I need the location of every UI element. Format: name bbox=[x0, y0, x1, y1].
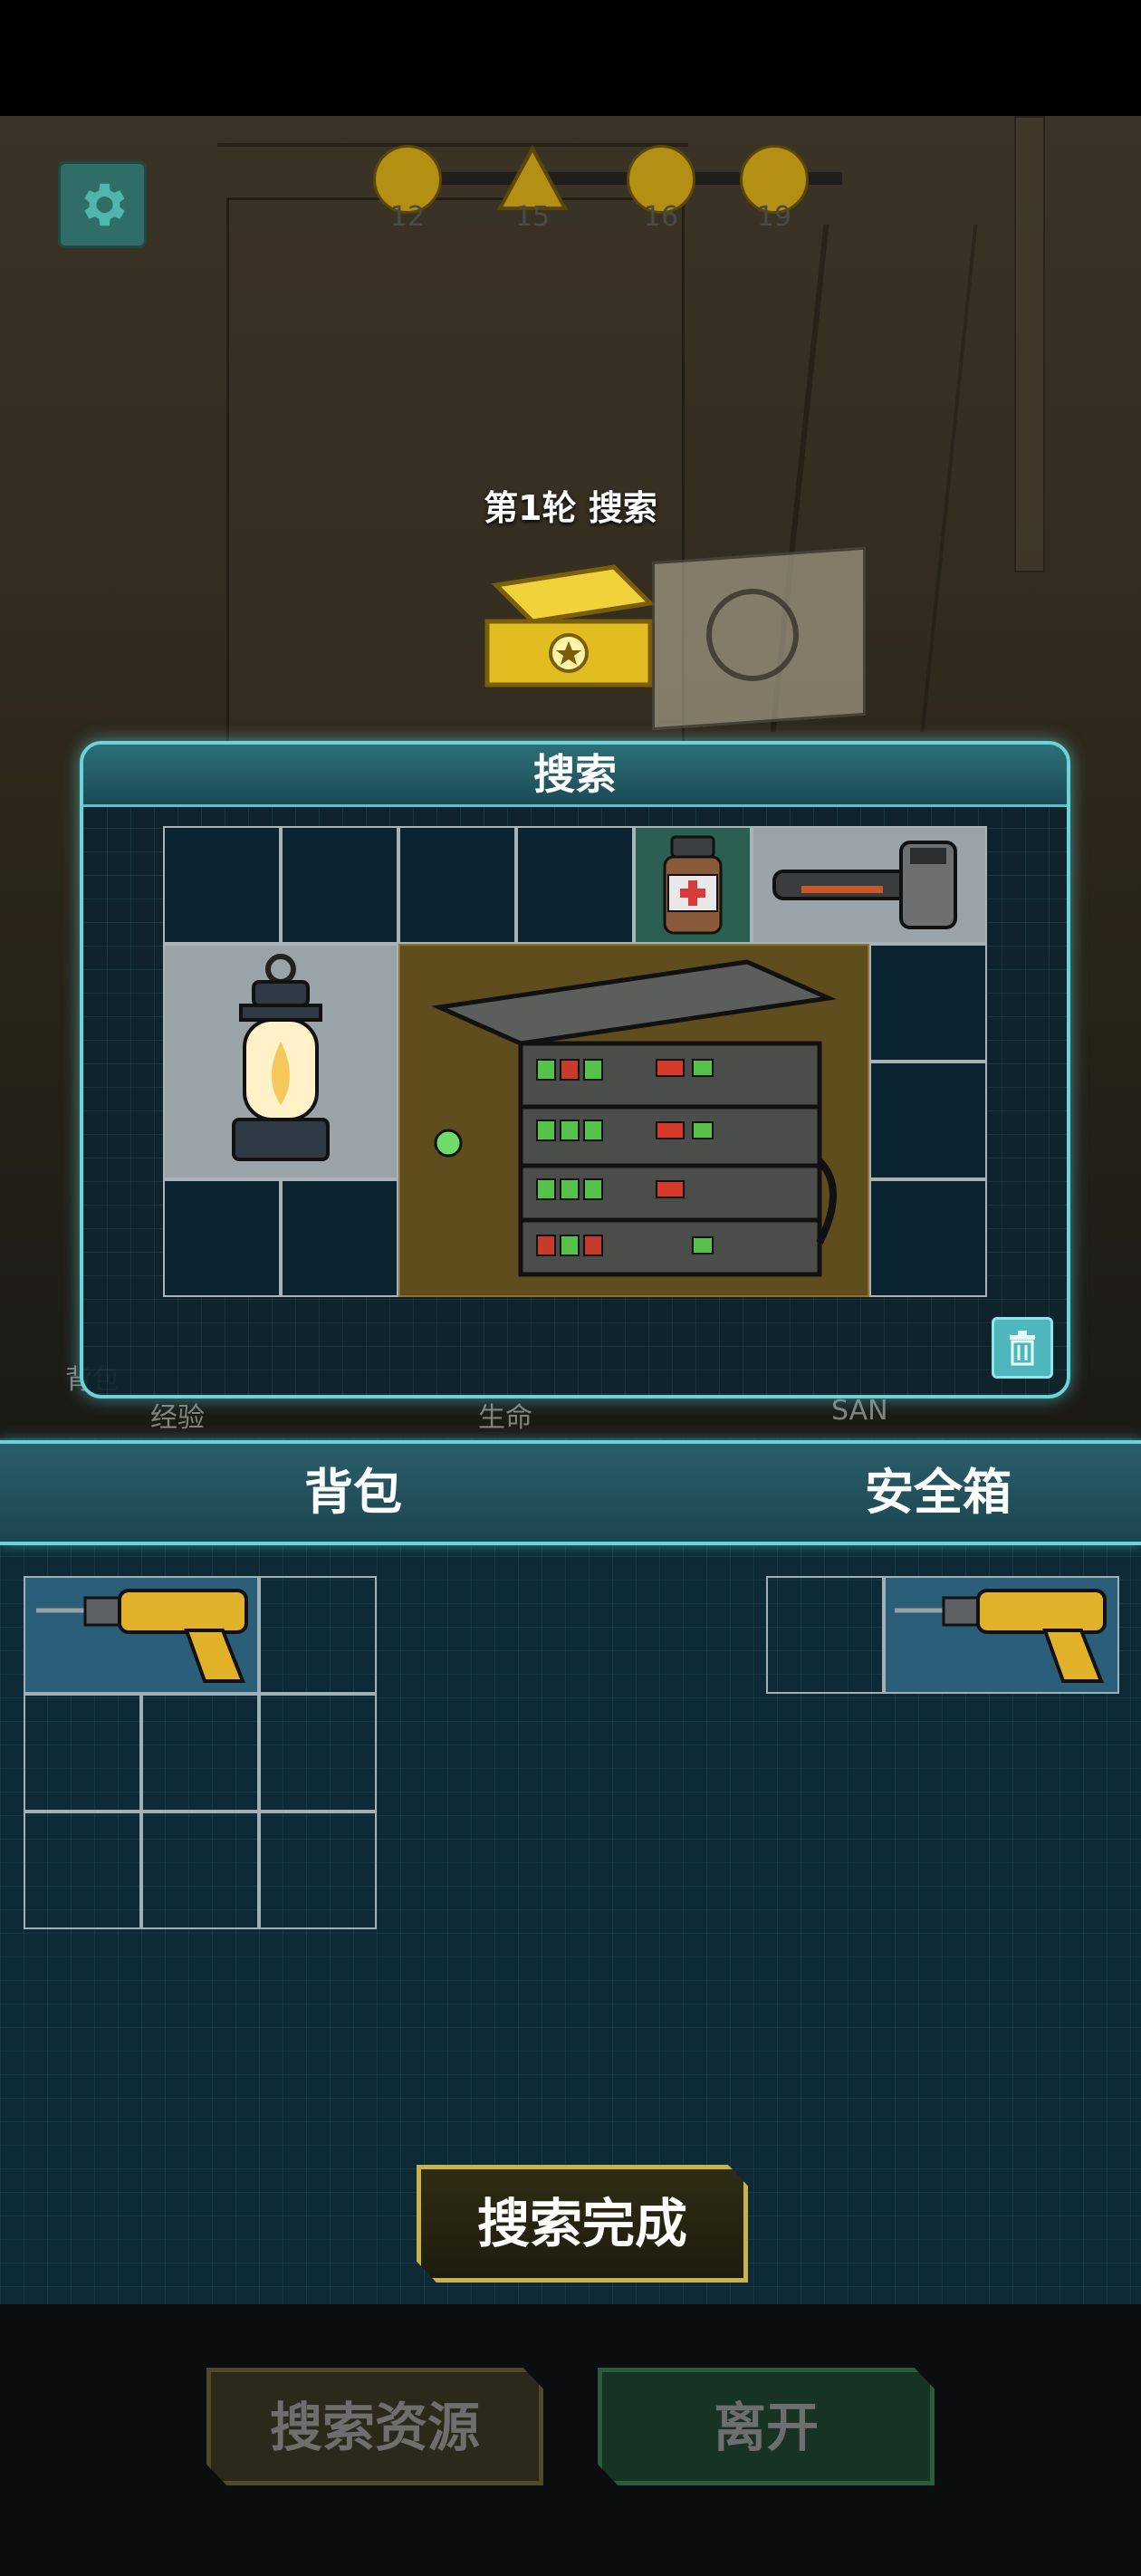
backpack-label: 背包 bbox=[304, 1464, 402, 1521]
search-panel-title: 搜索 bbox=[83, 745, 1067, 807]
backpack-slot[interactable] bbox=[259, 1694, 377, 1812]
leave-button[interactable]: 离开 bbox=[598, 2368, 935, 2485]
search-grid bbox=[163, 826, 987, 1297]
backpack-slot[interactable] bbox=[259, 1812, 377, 1929]
grid-cell[interactable] bbox=[163, 1179, 281, 1297]
stat-san-label: SAN bbox=[831, 1395, 888, 1427]
search-complete-button[interactable]: 搜索完成 bbox=[417, 2165, 748, 2283]
grid-cell[interactable] bbox=[281, 826, 398, 944]
player-stats: 背包 经验 生命 SAN bbox=[0, 1364, 1141, 1434]
backpack-slot[interactable] bbox=[259, 1576, 377, 1694]
timeline-node: 16 bbox=[625, 145, 697, 233]
power-drill-icon[interactable] bbox=[33, 1583, 255, 1688]
grid-cell[interactable] bbox=[869, 944, 987, 1062]
backpack-slot[interactable] bbox=[24, 1812, 141, 1929]
search-panel: 搜索 bbox=[80, 741, 1070, 1399]
status-bar bbox=[0, 0, 1141, 116]
timeline-node-value: 19 bbox=[756, 201, 792, 233]
search-resources-button[interactable]: 搜索资源 bbox=[206, 2368, 543, 2485]
round-title: 第1轮 搜索 bbox=[484, 488, 657, 528]
grid-cell[interactable] bbox=[281, 1179, 398, 1297]
timeline-node: 15 bbox=[496, 144, 569, 233]
event-timeline: 12 15 16 19 bbox=[362, 136, 869, 235]
grid-cell[interactable] bbox=[163, 826, 281, 944]
timeline-node: 19 bbox=[738, 145, 810, 233]
gear-icon bbox=[84, 183, 125, 226]
safebox-slot[interactable] bbox=[766, 1576, 884, 1694]
timeline-node-value: 12 bbox=[389, 201, 426, 233]
grid-cell[interactable] bbox=[869, 1062, 987, 1179]
lantern-icon[interactable] bbox=[217, 951, 344, 1174]
bottom-action-bar bbox=[0, 2304, 1141, 2576]
timeline-node-value: 16 bbox=[643, 201, 679, 233]
timeline-node-value: 15 bbox=[514, 201, 551, 233]
backpack-slot[interactable] bbox=[24, 1694, 141, 1812]
inventory-header: 背包 安全箱 bbox=[0, 1440, 1141, 1545]
grid-cell[interactable] bbox=[516, 826, 634, 944]
power-drill-icon[interactable] bbox=[891, 1583, 1114, 1688]
server-stack-icon[interactable] bbox=[421, 953, 847, 1288]
settings-button[interactable] bbox=[58, 161, 147, 248]
trash-button[interactable] bbox=[992, 1317, 1053, 1379]
backpack-slot[interactable] bbox=[141, 1694, 259, 1812]
grid-cell[interactable] bbox=[869, 1179, 987, 1297]
treasure-chest-icon bbox=[484, 564, 656, 687]
medicine-bottle-icon[interactable] bbox=[652, 833, 734, 938]
sun-emblem-icon bbox=[706, 589, 799, 681]
stat-exp-label: 经验 bbox=[150, 1402, 205, 1434]
stat-hp-label: 生命 bbox=[478, 1402, 532, 1434]
safebox-label: 安全箱 bbox=[865, 1464, 1012, 1521]
grid-cell[interactable] bbox=[398, 826, 516, 944]
timeline-node: 12 bbox=[371, 145, 444, 233]
backpack-slot[interactable] bbox=[141, 1812, 259, 1929]
flashlight-tool-icon[interactable] bbox=[765, 835, 978, 935]
trash-icon bbox=[1010, 1331, 1035, 1366]
